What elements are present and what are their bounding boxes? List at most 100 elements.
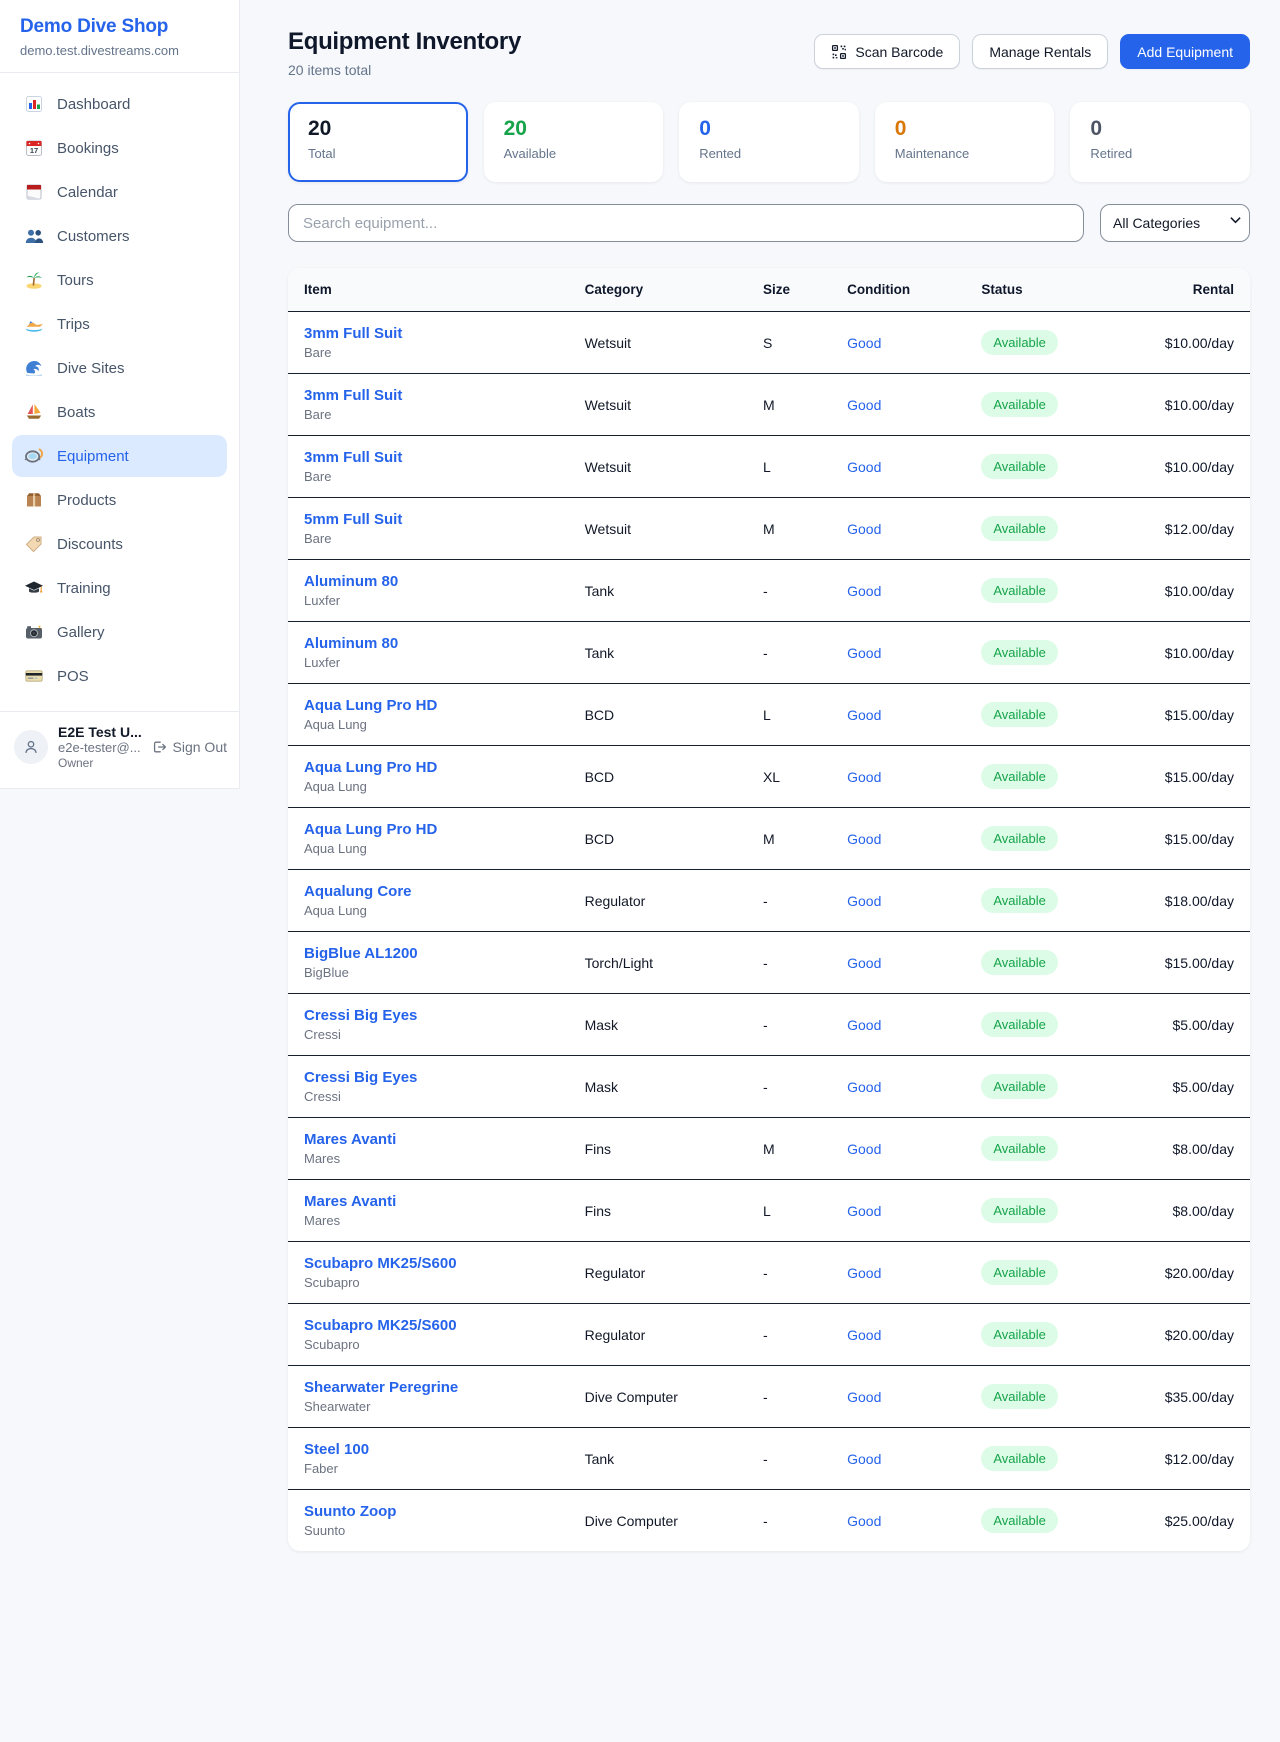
manage-rentals-button[interactable]: Manage Rentals <box>972 34 1108 69</box>
item-size: - <box>747 994 831 1056</box>
item-category: Fins <box>569 1180 747 1242</box>
scan-barcode-button[interactable]: Scan Barcode <box>814 34 960 69</box>
add-equipment-label: Add Equipment <box>1137 44 1233 60</box>
item-condition-link[interactable]: Good <box>831 1242 965 1304</box>
sidebar-item-dive-sites[interactable]: Dive Sites <box>12 347 227 389</box>
item-condition-link[interactable]: Good <box>831 312 965 374</box>
item-condition-link[interactable]: Good <box>831 870 965 932</box>
manage-rentals-label: Manage Rentals <box>989 44 1091 60</box>
sidebar-item-bookings[interactable]: 17 Bookings <box>12 127 227 169</box>
item-condition-link[interactable]: Good <box>831 684 965 746</box>
category-select[interactable]: All Categories <box>1100 204 1250 242</box>
items-total-count: 20 items total <box>288 62 521 78</box>
item-name-link[interactable]: Aqua Lung Pro HD <box>304 697 553 714</box>
item-category: BCD <box>569 746 747 808</box>
stat-card-total[interactable]: 20 Total <box>288 102 468 182</box>
item-condition-link[interactable]: Good <box>831 1056 965 1118</box>
stat-card-rented[interactable]: 0 Rented <box>679 102 859 182</box>
item-category: Wetsuit <box>569 498 747 560</box>
bar-chart-icon <box>24 94 44 114</box>
sidebar-item-gallery[interactable]: Gallery <box>12 611 227 653</box>
item-condition-link[interactable]: Good <box>831 1118 965 1180</box>
item-condition-link[interactable]: Good <box>831 560 965 622</box>
stat-card-retired[interactable]: 0 Retired <box>1070 102 1250 182</box>
stat-label: Maintenance <box>895 146 1035 161</box>
item-condition-link[interactable]: Good <box>831 1490 965 1552</box>
item-size: M <box>747 808 831 870</box>
sidebar-item-calendar[interactable]: Calendar <box>12 171 227 213</box>
item-name-link[interactable]: 3mm Full Suit <box>304 387 553 404</box>
item-size: - <box>747 560 831 622</box>
item-name-link[interactable]: 3mm Full Suit <box>304 449 553 466</box>
item-name-link[interactable]: Aqua Lung Pro HD <box>304 821 553 838</box>
item-name-link[interactable]: Scubapro MK25/S600 <box>304 1317 553 1334</box>
item-rental-price: $5.00/day <box>1106 994 1250 1056</box>
item-name-link[interactable]: Aluminum 80 <box>304 635 553 652</box>
item-condition-link[interactable]: Good <box>831 374 965 436</box>
item-brand: Faber <box>304 1461 553 1476</box>
sidebar-item-boats[interactable]: Boats <box>12 391 227 433</box>
item-condition-link[interactable]: Good <box>831 932 965 994</box>
item-size: XL <box>747 746 831 808</box>
sidebar-item-training[interactable]: Training <box>12 567 227 609</box>
item-rental-price: $10.00/day <box>1106 560 1250 622</box>
item-size: - <box>747 622 831 684</box>
sidebar-item-pos[interactable]: POS <box>12 655 227 697</box>
item-condition-link[interactable]: Good <box>831 1180 965 1242</box>
item-name-link[interactable]: Aqualung Core <box>304 883 553 900</box>
item-rental-price: $15.00/day <box>1106 932 1250 994</box>
item-name-link[interactable]: Mares Avanti <box>304 1131 553 1148</box>
item-brand: Bare <box>304 345 553 360</box>
item-size: - <box>747 1490 831 1552</box>
item-size: L <box>747 436 831 498</box>
table-header: Item Category Size Condition Status Rent… <box>288 268 1250 312</box>
item-name-link[interactable]: BigBlue AL1200 <box>304 945 553 962</box>
item-condition-link[interactable]: Good <box>831 1366 965 1428</box>
item-name-link[interactable]: 5mm Full Suit <box>304 511 553 528</box>
stat-card-available[interactable]: 20 Available <box>484 102 664 182</box>
item-condition-link[interactable]: Good <box>831 436 965 498</box>
sidebar-item-tours[interactable]: Tours <box>12 259 227 301</box>
brand-title[interactable]: Demo Dive Shop <box>20 16 219 38</box>
item-name-link[interactable]: Scubapro MK25/S600 <box>304 1255 553 1272</box>
sidebar-item-dashboard[interactable]: Dashboard <box>12 83 227 125</box>
item-name-link[interactable]: Cressi Big Eyes <box>304 1007 553 1024</box>
item-condition-link[interactable]: Good <box>831 746 965 808</box>
column-header-category: Category <box>569 268 747 312</box>
item-name-link[interactable]: Aluminum 80 <box>304 573 553 590</box>
category-select-wrap: All Categories <box>1100 204 1250 242</box>
item-name-link[interactable]: Shearwater Peregrine <box>304 1379 553 1396</box>
item-category: Regulator <box>569 870 747 932</box>
item-condition-link[interactable]: Good <box>831 498 965 560</box>
item-condition-link[interactable]: Good <box>831 1428 965 1490</box>
search-input[interactable] <box>288 204 1084 242</box>
sidebar-item-customers[interactable]: Customers <box>12 215 227 257</box>
item-condition-link[interactable]: Good <box>831 1304 965 1366</box>
item-category: Fins <box>569 1118 747 1180</box>
item-size: M <box>747 374 831 436</box>
item-name-link[interactable]: Steel 100 <box>304 1441 553 1458</box>
item-name-link[interactable]: Cressi Big Eyes <box>304 1069 553 1086</box>
item-rental-price: $15.00/day <box>1106 684 1250 746</box>
sidebar-item-products[interactable]: Products <box>12 479 227 521</box>
item-rental-price: $25.00/day <box>1106 1490 1250 1552</box>
sidebar-item-label: Calendar <box>57 184 118 201</box>
header-actions: Scan Barcode Manage Rentals Add Equipmen… <box>814 28 1250 69</box>
sidebar-item-discounts[interactable]: Discounts <box>12 523 227 565</box>
item-condition-link[interactable]: Good <box>831 994 965 1056</box>
item-name-link[interactable]: Aqua Lung Pro HD <box>304 759 553 776</box>
item-name-link[interactable]: Mares Avanti <box>304 1193 553 1210</box>
item-name-link[interactable]: 3mm Full Suit <box>304 325 553 342</box>
credit-card-icon <box>24 666 44 686</box>
sign-out-button[interactable]: Sign Out <box>151 739 227 755</box>
item-condition-link[interactable]: Good <box>831 622 965 684</box>
sidebar-item-equipment[interactable]: Equipment <box>12 435 227 477</box>
table-row: Aqualung Core Aqua Lung Regulator - Good… <box>288 870 1250 932</box>
item-condition-link[interactable]: Good <box>831 808 965 870</box>
add-equipment-button[interactable]: Add Equipment <box>1120 34 1250 69</box>
item-name-link[interactable]: Suunto Zoop <box>304 1503 553 1520</box>
item-category: Mask <box>569 994 747 1056</box>
stat-card-maintenance[interactable]: 0 Maintenance <box>875 102 1055 182</box>
dive-mask-icon <box>24 446 44 466</box>
sidebar-item-trips[interactable]: Trips <box>12 303 227 345</box>
